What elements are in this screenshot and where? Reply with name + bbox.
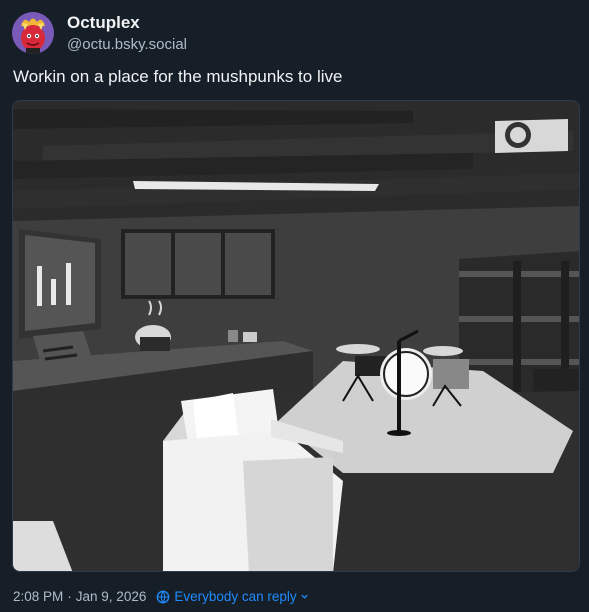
room-scene-image xyxy=(13,101,579,571)
author-display-name[interactable]: Octuplex xyxy=(67,13,140,33)
author-avatar[interactable] xyxy=(12,12,54,54)
post-footer: 2:08 PM · Jan 9, 2026 Everybody can repl… xyxy=(13,589,309,604)
reply-setting-label: Everybody can reply xyxy=(174,589,297,604)
separator: · xyxy=(67,589,72,604)
post-text: Workin on a place for the mushpunks to l… xyxy=(13,67,343,86)
globe-icon xyxy=(157,590,170,604)
post-image[interactable] xyxy=(12,100,580,572)
post-card: Octuplex @octu.bsky.social Workin on a p… xyxy=(0,0,589,612)
reply-setting-button[interactable]: Everybody can reply xyxy=(156,589,308,604)
post-date[interactable]: Jan 9, 2026 xyxy=(76,589,147,604)
author-handle[interactable]: @octu.bsky.social xyxy=(67,36,187,53)
post-timestamp[interactable]: 2:08 PM xyxy=(13,589,63,604)
chevron-down-icon xyxy=(300,594,308,599)
devil-avatar-icon xyxy=(12,12,54,54)
